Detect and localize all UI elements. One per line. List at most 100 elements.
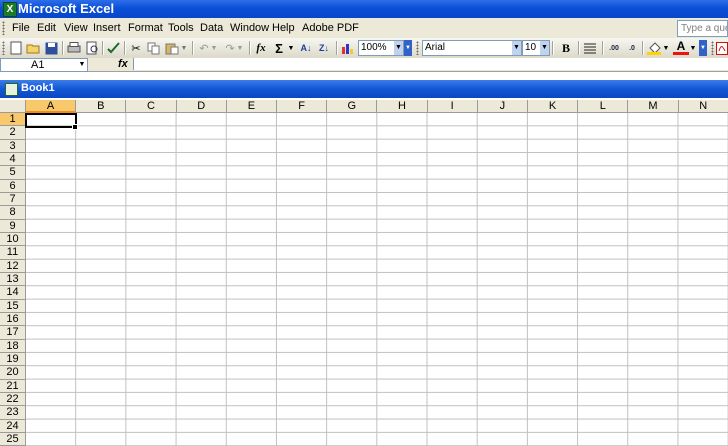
row-header-24[interactable]: 24 <box>0 419 26 433</box>
column-header-c[interactable]: C <box>126 100 177 113</box>
select-all-corner[interactable] <box>0 100 26 113</box>
row-header-23[interactable]: 23 <box>0 406 26 420</box>
font-name-select[interactable]: Arial ▼ <box>422 40 522 56</box>
row-header-6[interactable]: 6 <box>0 179 26 193</box>
row-header-8[interactable]: 8 <box>0 206 26 220</box>
column-header-d[interactable]: D <box>176 100 227 113</box>
bold-icon[interactable]: B <box>558 40 574 56</box>
separator <box>552 41 554 55</box>
insert-function-button[interactable]: fx <box>118 58 128 70</box>
fill-handle[interactable] <box>72 124 78 130</box>
font-size-value: 10 <box>525 42 537 53</box>
row-header-5[interactable]: 5 <box>0 166 26 180</box>
row-header-22[interactable]: 22 <box>0 392 26 407</box>
column-header-l[interactable]: L <box>578 100 629 113</box>
align-justify-icon[interactable] <box>582 40 598 56</box>
column-header-h[interactable]: H <box>377 100 428 113</box>
row-header-20[interactable]: 20 <box>0 366 26 380</box>
row-header-10[interactable]: 10 <box>0 232 26 247</box>
title-bar: X Microsoft Excel <box>0 0 728 18</box>
font-color-icon[interactable]: A <box>673 39 689 55</box>
menu-view[interactable]: View <box>64 22 88 34</box>
row-header-21[interactable]: 21 <box>0 379 26 393</box>
row-header-16[interactable]: 16 <box>0 312 26 327</box>
fill-color-icon[interactable] <box>646 40 662 56</box>
column-header-a[interactable]: A <box>26 100 77 113</box>
new-icon[interactable] <box>8 40 24 56</box>
paste-icon[interactable] <box>164 40 180 56</box>
redo-dropdown-icon[interactable]: ▼ <box>236 40 244 56</box>
row-header-12[interactable]: 12 <box>0 259 26 273</box>
column-header-f[interactable]: F <box>277 100 328 113</box>
row-header-2[interactable]: 2 <box>0 126 26 140</box>
increase-decimal-icon[interactable]: .00 <box>606 40 622 56</box>
toolbar-grip[interactable] <box>416 41 419 55</box>
menu-edit[interactable]: Edit <box>37 22 56 34</box>
row-header-1[interactable]: 1 <box>0 113 26 127</box>
decrease-decimal-icon[interactable]: .0 <box>624 40 640 56</box>
open-icon[interactable] <box>25 40 41 56</box>
row-header-14[interactable]: 14 <box>0 286 26 300</box>
chevron-down-icon[interactable]: ▼ <box>77 59 87 71</box>
menu-tools[interactable]: Tools <box>168 22 194 34</box>
toolbar-options-icon[interactable]: ▼ <box>699 40 707 56</box>
row-header-9[interactable]: 9 <box>0 219 26 233</box>
copy-icon[interactable] <box>146 40 162 56</box>
help-search-input[interactable]: Type a question for help <box>677 20 728 37</box>
print-icon[interactable] <box>66 40 82 56</box>
menu-window[interactable]: Window <box>230 22 269 34</box>
row-header-17[interactable]: 17 <box>0 326 26 340</box>
spelling-icon[interactable] <box>106 40 122 56</box>
adobe-pdf-icon[interactable] <box>716 40 728 56</box>
column-header-n[interactable]: N <box>678 100 728 113</box>
font-color-dropdown-icon[interactable]: ▼ <box>689 40 697 56</box>
row-header-15[interactable]: 15 <box>0 299 26 313</box>
worksheet-grid: ABCDEFGHIJKLMN 1 2 3 4 5 6 7 8 9 10 11 12 13 14 15 16 17… <box>0 100 728 446</box>
paste-dropdown-icon[interactable]: ▼ <box>180 40 188 56</box>
column-header-b[interactable]: B <box>76 100 127 113</box>
cell-area[interactable] <box>26 113 728 446</box>
autosum-icon[interactable]: Σ <box>271 40 287 56</box>
chart-wizard-icon[interactable] <box>340 40 356 56</box>
row-header-25[interactable]: 25 <box>0 432 26 446</box>
menu-file[interactable]: File <box>12 22 30 34</box>
autosum-dropdown-icon[interactable]: ▼ <box>287 40 295 56</box>
excel-icon: X <box>3 2 17 17</box>
formula-input[interactable] <box>133 58 728 70</box>
column-header-e[interactable]: E <box>226 100 277 113</box>
row-header-3[interactable]: 3 <box>0 139 26 153</box>
menu-adobe-pdf[interactable]: Adobe PDF <box>302 22 359 34</box>
row-header-13[interactable]: 13 <box>0 272 26 287</box>
sort-ascending-icon[interactable]: A↓ <box>298 40 314 56</box>
sort-descending-icon[interactable]: Z↓ <box>316 40 332 56</box>
row-header-11[interactable]: 11 <box>0 246 26 260</box>
undo-dropdown-icon[interactable]: ▼ <box>210 40 218 56</box>
separator <box>124 41 126 55</box>
column-header-j[interactable]: J <box>477 100 528 113</box>
menu-insert[interactable]: Insert <box>93 22 121 34</box>
fill-color-dropdown-icon[interactable]: ▼ <box>662 40 670 56</box>
menu-format[interactable]: Format <box>128 22 163 34</box>
cut-icon[interactable]: ✂ <box>128 40 144 56</box>
row-header-18[interactable]: 18 <box>0 339 26 353</box>
menu-help[interactable]: Help <box>272 22 295 34</box>
column-header-m[interactable]: M <box>628 100 679 113</box>
menubar-grip[interactable] <box>2 21 5 35</box>
column-header-i[interactable]: I <box>427 100 478 113</box>
print-preview-icon[interactable] <box>84 40 100 56</box>
toolbar-grip[interactable] <box>711 41 714 55</box>
toolbar-grip[interactable] <box>2 41 5 55</box>
name-box[interactable]: A1 ▼ <box>0 58 88 72</box>
active-cell[interactable] <box>25 113 77 128</box>
font-size-select[interactable]: 10 ▼ <box>522 40 550 56</box>
zoom-select[interactable]: 100% ▼ <box>358 40 404 56</box>
insert-function-icon[interactable]: fx <box>253 40 269 56</box>
row-header-7[interactable]: 7 <box>0 192 26 207</box>
toolbar-options-icon[interactable]: ▼ <box>404 40 412 56</box>
row-header-4[interactable]: 4 <box>0 152 26 167</box>
save-icon[interactable] <box>43 40 59 56</box>
row-header-19[interactable]: 19 <box>0 352 26 367</box>
column-header-k[interactable]: K <box>528 100 579 113</box>
menu-data[interactable]: Data <box>200 22 223 34</box>
column-header-g[interactable]: G <box>327 100 378 113</box>
